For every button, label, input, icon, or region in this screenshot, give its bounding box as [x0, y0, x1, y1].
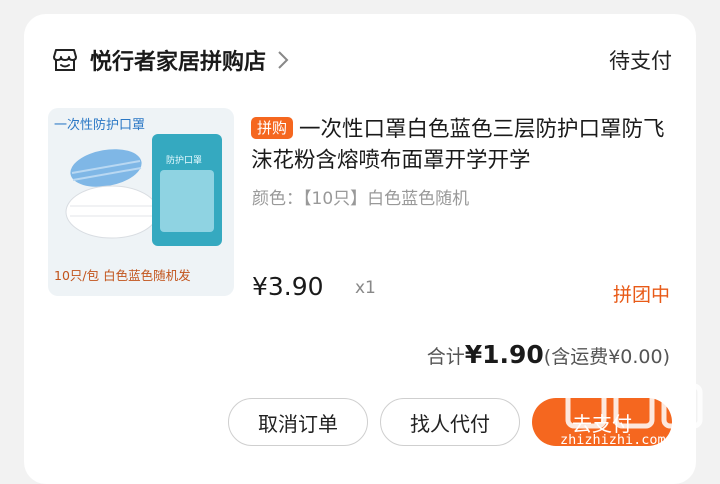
- watermark-logo: [565, 383, 703, 429]
- site-watermark: zhizhizhi.com: [560, 380, 710, 465]
- chevron-right-icon: [278, 51, 289, 69]
- product-spec: 颜色：【10只】白色蓝色随机: [252, 189, 470, 209]
- store-name[interactable]: 悦行者家居拼购店: [90, 44, 266, 76]
- product-quantity: x1: [355, 278, 376, 298]
- order-status: 待支付: [609, 49, 672, 73]
- total-label: 合计: [426, 346, 465, 368]
- product-title[interactable]: 拼购 一次性口罩白色蓝色三层防护口罩防飞沫花粉含熔喷布面罩开学开学: [251, 114, 671, 176]
- store-icon: [53, 49, 77, 71]
- store-header[interactable]: 悦行者家居拼购店 待支付: [52, 40, 672, 80]
- svg-text:防护口罩: 防护口罩: [166, 154, 202, 166]
- order-total: 合计¥1.90(含运费¥0.00): [427, 340, 670, 369]
- product-image-tagline: 10只/包 白色蓝色随机发: [54, 268, 191, 283]
- shipping-note: (含运费¥0.00): [543, 346, 670, 368]
- peer-pay-button[interactable]: 找人代付: [380, 398, 520, 446]
- product-price: ¥3.90: [252, 272, 324, 301]
- group-buy-tag: 拼购: [251, 117, 294, 139]
- product-image[interactable]: 一次性防护口罩 防护口罩 10只/包 白色蓝色随机发: [48, 108, 234, 296]
- group-buy-status: 拼团中: [612, 284, 670, 306]
- total-amount: ¥1.90: [464, 340, 544, 369]
- watermark-text: zhizhizhi.com: [560, 432, 666, 448]
- cancel-order-button[interactable]: 取消订单: [228, 398, 368, 446]
- product-title-text: 一次性口罩白色蓝色三层防护口罩防飞沫花粉含熔喷布面罩开学开学: [251, 117, 665, 173]
